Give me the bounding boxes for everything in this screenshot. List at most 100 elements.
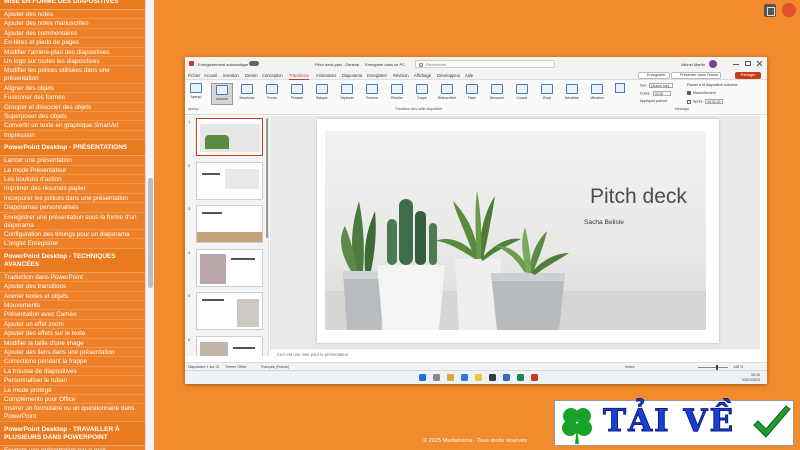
tab-affichage[interactable]: Affichage — [414, 72, 431, 79]
clock[interactable]: 10:19 03/01/2024 — [742, 373, 760, 382]
edge-icon[interactable] — [461, 374, 468, 381]
sidebar-lesson-link[interactable]: Superposer des objets — [0, 112, 145, 122]
sound-select[interactable]: [Aucun son] — [649, 83, 674, 88]
on-click-checkbox[interactable] — [687, 91, 691, 96]
transition-option[interactable]: Rideau étiré — [436, 83, 458, 105]
sidebar-lesson-link[interactable]: Corrections pendant la frappe — [0, 357, 145, 367]
sidebar-lesson-link[interactable]: Modifier la taille d'une image — [0, 339, 145, 348]
tab-révision[interactable]: Révision — [393, 72, 409, 79]
sidebar-lesson-link[interactable]: Présentation avec Caméo — [0, 310, 145, 320]
sidebar-lesson-link[interactable]: Modifier l'arrière-plan des diapositives — [0, 48, 145, 57]
sidebar-lesson-link[interactable]: Configuration des timings pour un diapor… — [0, 230, 145, 240]
sidebar-lesson-link[interactable]: En-têtes et pieds de pages — [0, 38, 145, 48]
language[interactable]: Français (France) — [261, 365, 289, 369]
transition-option[interactable]: Pousser — [286, 83, 308, 105]
thumbnails-scrollbar[interactable] — [266, 118, 268, 238]
file-explorer-icon[interactable] — [475, 374, 482, 381]
notes-toggle[interactable]: Notes — [625, 365, 634, 369]
zoom-level[interactable]: 148 % — [733, 365, 743, 369]
close-icon[interactable] — [782, 3, 796, 17]
sidebar-lesson-link[interactable]: Insérer un formulaire ou un questionnair… — [0, 404, 145, 422]
sidebar-lesson-link[interactable]: Aligner des objets — [0, 84, 145, 94]
transition-option[interactable]: Balayer — [311, 83, 333, 105]
slide-thumbnail[interactable]: 3 — [187, 205, 267, 245]
store-icon[interactable] — [489, 374, 496, 381]
on-click-option[interactable]: Manuellement — [687, 91, 716, 96]
download-banner[interactable]: TẢI VỀ — [554, 400, 794, 446]
sidebar-lesson-link[interactable]: La trousse de diapositives — [0, 367, 145, 377]
transition-option[interactable]: Formes — [361, 83, 383, 105]
slide-title[interactable]: Pitch deck — [590, 185, 687, 209]
apply-all-button[interactable]: Appliquer partout — [640, 99, 667, 103]
user-name[interactable]: Michel Martin — [681, 62, 705, 67]
sidebar-lesson-link[interactable]: Ajouter des liens dans une présentation — [0, 348, 145, 358]
sidebar-lesson-link[interactable]: Convertir un texte en graphique SmartArt — [0, 121, 145, 131]
word-icon[interactable] — [503, 374, 510, 381]
powerpoint-icon[interactable] — [531, 374, 538, 381]
sidebar-scrollbar[interactable] — [145, 0, 154, 450]
sidebar-lesson-link[interactable]: Le mode Présentateur — [0, 166, 145, 175]
sidebar-lesson-link[interactable]: Ajouter des notes manuscrites — [0, 19, 145, 29]
search-box[interactable]: Rechercher — [415, 60, 555, 68]
sidebar-lesson-link[interactable]: Enregistrer une présentation sous la for… — [0, 213, 145, 231]
sidebar-lesson-link[interactable]: Fusionner des formes — [0, 93, 145, 103]
slide-thumbnail[interactable]: 2 — [187, 161, 267, 202]
sidebar-lesson-link[interactable]: Ajouter des effets sur le texte — [0, 329, 145, 339]
current-slide[interactable]: Pitch deck Sacha Belisle — [317, 119, 719, 343]
transition-option[interactable]: Flash — [461, 83, 483, 105]
sidebar-section-title[interactable]: PowerPoint Desktop - TRAVAILLER À PLUSIE… — [0, 421, 145, 446]
transition-option[interactable]: Révéler — [386, 83, 408, 105]
sidebar-lesson-link[interactable]: Impression — [0, 131, 145, 141]
sidebar-lesson-link[interactable]: Ajouter un effet zoom — [0, 320, 145, 330]
sidebar-lesson-link[interactable]: Compléments pour Office — [0, 395, 145, 405]
maximize-icon[interactable] — [745, 61, 751, 66]
slide-thumbnail[interactable]: 5 — [187, 292, 267, 332]
sidebar-scroll-thumb[interactable] — [148, 178, 153, 288]
sidebar-lesson-link[interactable]: Animer textes et objets — [0, 292, 145, 301]
window-close-icon[interactable] — [757, 61, 763, 66]
sidebar-lesson-link[interactable]: Modifier les polices utilisées dans une … — [0, 66, 145, 84]
save-state[interactable]: Enregistré dans ce PC — [365, 62, 405, 67]
tab-développeur[interactable]: Développeur — [437, 72, 460, 79]
sidebar-lesson-link[interactable]: Lancer une présentation — [0, 156, 145, 166]
sidebar-lesson-link[interactable]: Ajouter des transitions — [0, 282, 145, 292]
sidebar-lesson-link[interactable]: Les boutons d'action — [0, 175, 145, 185]
tab-dessin[interactable]: Dessin — [245, 72, 258, 79]
effect-options-button[interactable] — [613, 83, 627, 105]
sidebar-lesson-link[interactable]: Incorporer les polices dans une présenta… — [0, 194, 145, 204]
tab-fichier[interactable]: Fichier — [188, 72, 200, 79]
user-avatar[interactable] — [709, 60, 717, 68]
tab-accueil[interactable]: Accueil — [204, 72, 217, 79]
duration-input[interactable]: 02,00 — [652, 91, 671, 96]
tab-aide[interactable]: Aide — [465, 72, 473, 79]
tab-insertion[interactable]: Insertion — [223, 72, 239, 79]
minimize-icon[interactable] — [733, 61, 739, 65]
transition-option[interactable]: Déplacer — [336, 83, 358, 105]
notes-pane[interactable]: Ceci est une note pour le présentateur — [270, 348, 760, 362]
transition-option[interactable]: Couvrir — [511, 83, 533, 105]
transition-option[interactable]: Vibration — [586, 83, 608, 105]
sidebar-lesson-link[interactable]: Mouvements — [0, 301, 145, 311]
after-input[interactable]: 00:00,00 — [705, 99, 724, 104]
transition-option[interactable]: Découvrir — [486, 83, 508, 105]
sensitivity-label[interactable]: Général — [345, 62, 359, 67]
sidebar-lesson-link[interactable]: Envoyer une présentation par e-mail — [0, 446, 145, 450]
preview-button[interactable]: Aperçu — [188, 83, 204, 101]
zoom-slider[interactable] — [698, 367, 728, 368]
sidebar-lesson-link[interactable]: Imprimer des résumés papier — [0, 184, 145, 194]
slide-thumbnail[interactable]: 1 — [187, 118, 267, 158]
sidebar-section-title[interactable]: PowerPoint Desktop - TECHNIQUES AVANCÉES — [0, 248, 145, 273]
slide-thumbnail[interactable]: 6 — [187, 335, 267, 356]
sidebar-lesson-link[interactable]: L'onglet Enregistrer — [0, 239, 145, 249]
sidebar-lesson-link[interactable]: Grouper et dissocier des objets — [0, 103, 145, 113]
sidebar-lesson-link[interactable]: Un logo sur toutes les diapositives — [0, 57, 145, 67]
tab-diaporama[interactable]: Diaporama — [342, 72, 362, 79]
after-checkbox[interactable] — [687, 99, 691, 104]
sidebar-lesson-link[interactable]: Ajouter des notes — [0, 10, 145, 20]
transition-option[interactable]: Fondu — [261, 83, 283, 105]
share-button[interactable]: Partager — [735, 72, 761, 79]
sidebar-section-title[interactable]: PowerPoint Desktop - PRÉSENTATIONS — [0, 140, 145, 157]
search-taskbar-icon[interactable] — [433, 374, 440, 381]
transition-option[interactable]: Éclat — [536, 83, 558, 105]
sidebar-lesson-link[interactable]: Le mode protégé — [0, 386, 145, 395]
